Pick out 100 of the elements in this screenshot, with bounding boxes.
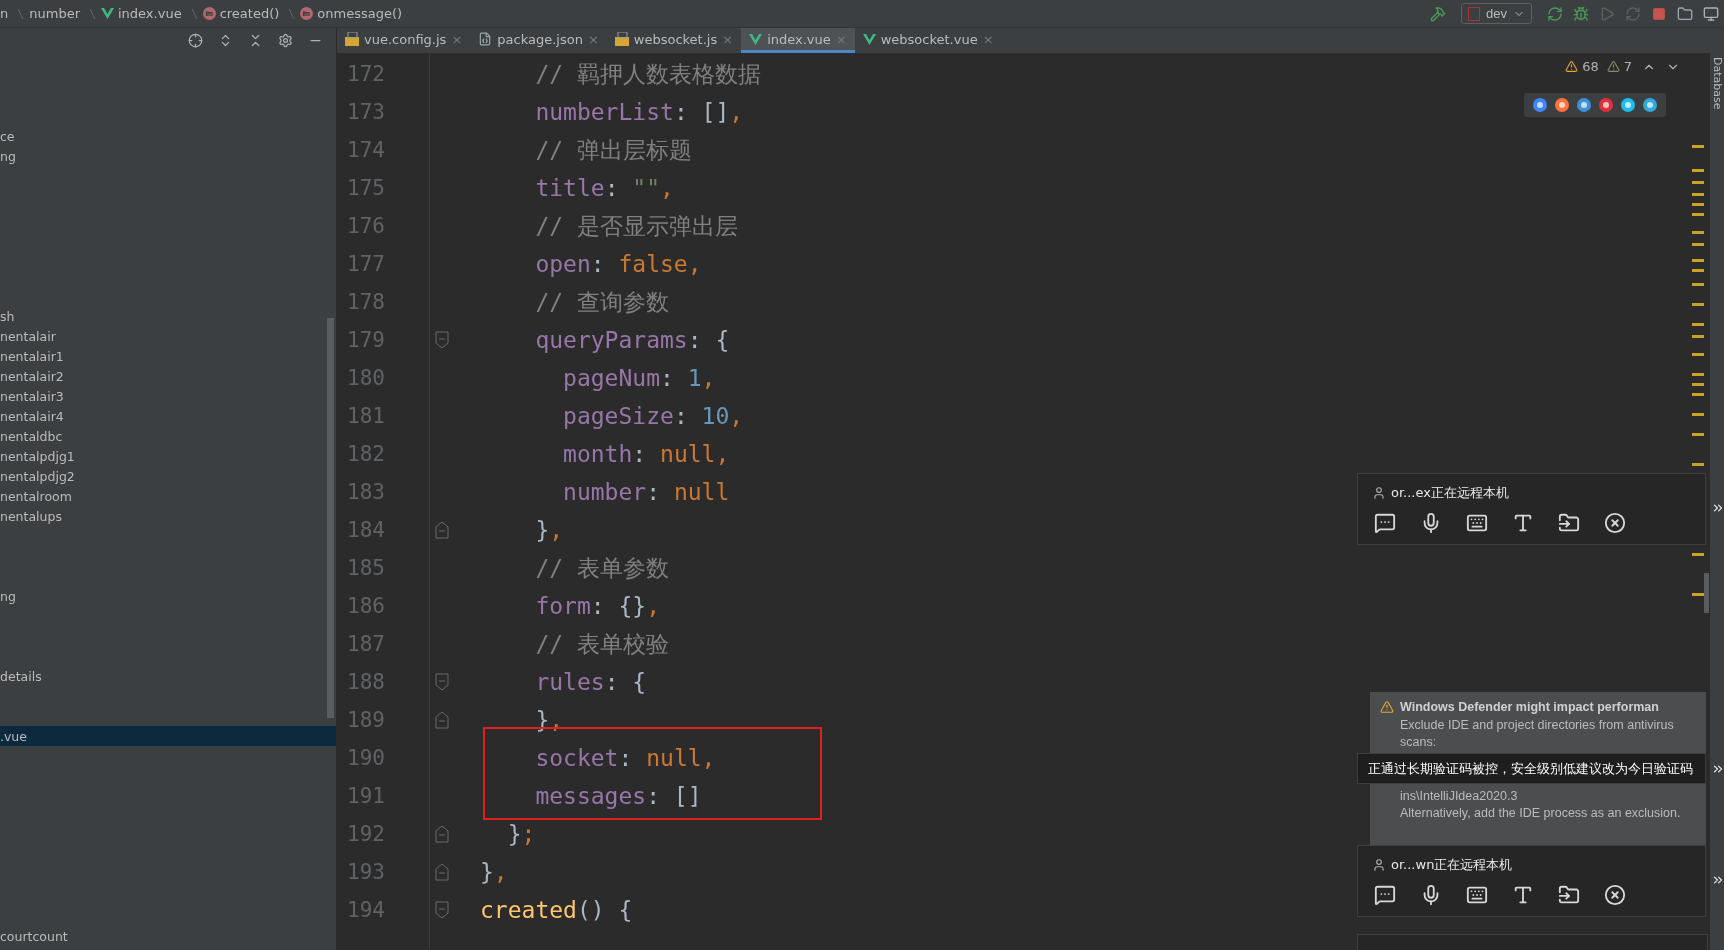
file-tree-item[interactable]: details bbox=[0, 666, 336, 686]
close-icon[interactable] bbox=[1604, 512, 1626, 534]
code-line: month: null, bbox=[562, 440, 730, 469]
breadcrumb-item[interactable]: created() bbox=[202, 6, 286, 21]
keyboard-icon[interactable] bbox=[1466, 884, 1488, 906]
line-number: 184 bbox=[346, 518, 385, 542]
double-chevron-icon[interactable] bbox=[1711, 501, 1724, 515]
file-tree-item[interactable]: ce bbox=[0, 126, 336, 146]
file-tree-item[interactable]: nentalair2 bbox=[0, 366, 336, 386]
code-line: numberList: [], bbox=[534, 98, 744, 127]
text-icon[interactable] bbox=[1512, 884, 1534, 906]
code-line: rules: { bbox=[534, 668, 647, 697]
code-line: // 表单参数 bbox=[534, 553, 669, 583]
tab-label: package.json bbox=[497, 31, 583, 47]
notification-text: Alternatively, add the IDE process as an exclusion. bbox=[1400, 805, 1682, 822]
code-line: // 查询参数 bbox=[534, 287, 669, 317]
file-tree-item[interactable]: sh bbox=[0, 306, 336, 326]
line-number: 177 bbox=[346, 252, 385, 276]
line-number: 192 bbox=[346, 822, 385, 846]
vue-icon bbox=[749, 33, 763, 45]
warning-count: 68 bbox=[1582, 59, 1599, 74]
file-tree-item[interactable]: .vue bbox=[0, 726, 336, 746]
double-chevron-icon[interactable] bbox=[1711, 762, 1724, 776]
close-icon[interactable] bbox=[1604, 884, 1626, 906]
method-icon bbox=[202, 7, 216, 20]
notification-text: ins\IntelliJIdea2020.3 bbox=[1400, 788, 1519, 805]
file-tree-item[interactable]: nentalair3 bbox=[0, 386, 336, 406]
line-number: 172 bbox=[346, 62, 385, 86]
editor-tab[interactable]: package.json × bbox=[470, 28, 607, 53]
line-number: 173 bbox=[346, 100, 385, 124]
folder-icon[interactable] bbox=[1558, 884, 1580, 906]
folder-icon[interactable] bbox=[1558, 512, 1580, 534]
fold-marker-icon[interactable] bbox=[435, 521, 449, 539]
chat-icon[interactable] bbox=[1374, 884, 1396, 906]
notification-title: Windows Defender might impact performan bbox=[1400, 700, 1659, 714]
file-tree-item[interactable]: ng bbox=[0, 146, 336, 166]
breadcrumb-item[interactable]: onmessage() bbox=[300, 6, 409, 21]
breadcrumb-item[interactable]: index.vue bbox=[101, 6, 188, 21]
browser-icon[interactable] bbox=[1576, 97, 1592, 113]
json-file-icon bbox=[478, 32, 493, 46]
breadcrumb-item[interactable]: n bbox=[0, 6, 15, 21]
file-tree-item[interactable]: nentaldbc bbox=[0, 426, 336, 446]
fold-marker-icon[interactable] bbox=[435, 901, 449, 919]
vue-icon bbox=[101, 8, 114, 19]
code-line: pageNum: 1, bbox=[562, 364, 716, 393]
fold-marker-icon[interactable] bbox=[435, 863, 449, 881]
code-line: }, bbox=[480, 858, 508, 887]
file-tree-item[interactable]: nentalroom bbox=[0, 486, 336, 506]
warning-icon bbox=[1380, 700, 1394, 714]
line-number: 188 bbox=[346, 670, 385, 694]
file-tree-item[interactable]: nentalpdjg1 bbox=[0, 446, 336, 466]
code-line: queryParams: { bbox=[534, 326, 730, 355]
editor-tab[interactable]: vue.config.js × bbox=[337, 28, 471, 53]
fold-marker-icon[interactable] bbox=[435, 825, 449, 843]
line-number: 175 bbox=[346, 176, 385, 200]
file-tree-item[interactable]: nentalair bbox=[0, 326, 336, 346]
editor-tab[interactable]: index.vue × bbox=[741, 28, 855, 53]
tab-label: websocket.vue bbox=[880, 31, 978, 47]
line-number: 191 bbox=[346, 784, 385, 808]
weak-warning-icon bbox=[1606, 60, 1620, 73]
file-tree-item[interactable]: nentalpdjg2 bbox=[0, 466, 336, 486]
js-file-icon bbox=[614, 32, 629, 46]
user-icon bbox=[1372, 858, 1386, 872]
line-number: 182 bbox=[346, 442, 385, 466]
browser-icon[interactable] bbox=[1598, 97, 1614, 113]
session-title: or...ex正在远程本机 bbox=[1391, 484, 1509, 502]
code-line: open: false, bbox=[534, 250, 702, 279]
run-config-dropdown[interactable]: dev bbox=[1461, 3, 1532, 24]
file-tree-item[interactable]: courtcount bbox=[0, 926, 336, 946]
code-line: // 羁押人数表格数据 bbox=[534, 59, 761, 89]
scrollbar[interactable] bbox=[327, 318, 334, 718]
vue-icon bbox=[862, 33, 876, 45]
editor-tab[interactable]: websocket.vue × bbox=[854, 28, 1002, 53]
file-tree-item[interactable]: nentalair1 bbox=[0, 346, 336, 366]
editor-tab[interactable]: websocket.js × bbox=[606, 28, 742, 53]
file-tree-item[interactable]: nentalups bbox=[0, 506, 336, 526]
fold-marker-icon[interactable] bbox=[435, 331, 449, 349]
code-line: created() { bbox=[480, 896, 633, 925]
line-number: 178 bbox=[346, 290, 385, 314]
browser-icon[interactable] bbox=[1642, 97, 1658, 113]
keyboard-icon[interactable] bbox=[1466, 512, 1488, 534]
fold-marker-icon[interactable] bbox=[435, 711, 449, 729]
warning-icon bbox=[1565, 60, 1579, 73]
file-tree-item[interactable]: ng bbox=[0, 586, 336, 606]
browser-icon[interactable] bbox=[1620, 97, 1636, 113]
code-line: // 弹出层标题 bbox=[534, 135, 692, 165]
fold-marker-icon[interactable] bbox=[435, 673, 449, 691]
browser-icon[interactable] bbox=[1554, 97, 1570, 113]
file-tree-item[interactable]: nentalair4 bbox=[0, 406, 336, 426]
double-chevron-icon[interactable] bbox=[1711, 873, 1724, 887]
code-line: socket: null, bbox=[534, 744, 716, 773]
line-number: 176 bbox=[346, 214, 385, 238]
code-line: messages: [] bbox=[534, 782, 702, 811]
text-icon[interactable] bbox=[1512, 512, 1534, 534]
chat-icon[interactable] bbox=[1374, 512, 1396, 534]
breadcrumb-item[interactable]: number bbox=[29, 6, 86, 21]
browser-icon[interactable] bbox=[1532, 97, 1548, 113]
line-number: 190 bbox=[346, 746, 385, 770]
database-tool-tab[interactable]: Database bbox=[1710, 57, 1724, 110]
line-number: 181 bbox=[346, 404, 385, 428]
